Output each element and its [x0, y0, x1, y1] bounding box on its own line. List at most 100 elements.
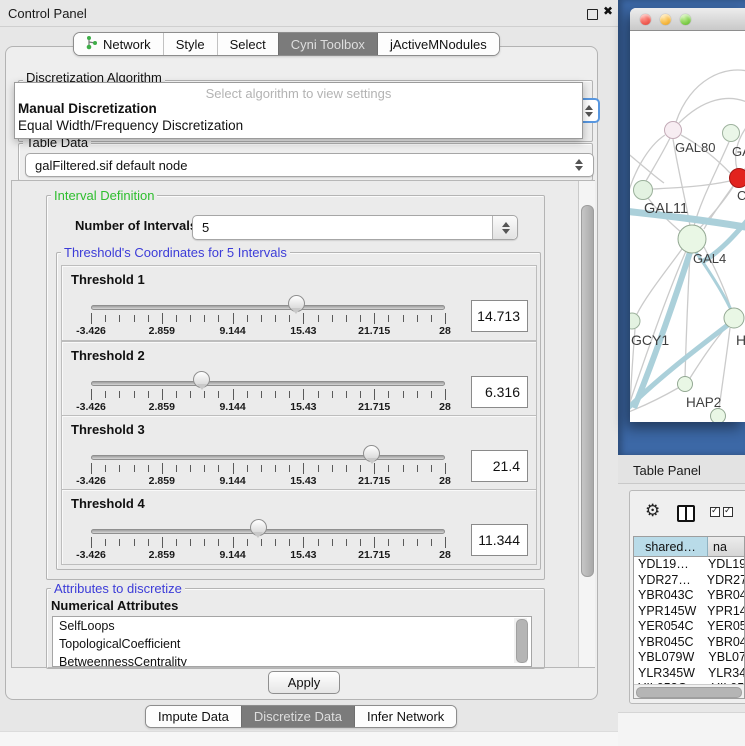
close-icon[interactable]: ✖	[603, 4, 613, 18]
slider-tick-label: 28	[423, 549, 467, 561]
checkbox-icon[interactable]	[710, 507, 720, 517]
table-data-combobox-value: galFiltered.sif default node	[26, 158, 187, 173]
network-edge[interactable]	[679, 98, 745, 123]
network-window-titlebar[interactable]	[630, 8, 745, 31]
slider-tick-label: 21.715	[352, 549, 396, 561]
network-edge[interactable]	[646, 138, 670, 181]
network-node[interactable]	[730, 169, 745, 188]
slider-tick-label: 9.144	[211, 325, 255, 337]
slider-track[interactable]	[91, 455, 445, 460]
column-header-name[interactable]: na	[708, 537, 744, 557]
network-node[interactable]	[678, 377, 693, 392]
checkbox-icon[interactable]	[723, 507, 733, 517]
gear-icon[interactable]: ⚙	[645, 501, 660, 521]
threshold-value-field[interactable]: 14.713	[471, 300, 528, 332]
network-node[interactable]	[630, 313, 640, 329]
tab-infer-network[interactable]: Infer Network	[355, 706, 456, 727]
interval-definition-title: Interval Definition	[51, 188, 157, 203]
tab-label: Infer Network	[367, 709, 444, 724]
threshold-panel: Threshold 4-3.4262.8599.14415.4321.71528…	[61, 489, 537, 565]
network-canvas[interactable]: GAL80GACGAL11GAL4GCY1HHAP2	[630, 30, 745, 422]
attributes-scrollbar-thumb[interactable]	[516, 619, 528, 663]
algorithm-option[interactable]: Manual Discretization	[18, 101, 579, 116]
slider-tick	[360, 315, 361, 322]
table-row[interactable]: YBR043CYBR04	[634, 588, 744, 604]
list-item[interactable]: TopologicalCoefficient	[53, 635, 531, 653]
threshold-value-field[interactable]: 11.344	[471, 524, 528, 556]
cell-name: YBR04	[703, 588, 744, 604]
column-header-shared-name[interactable]: shared…	[634, 537, 708, 557]
horizontal-scrollbar[interactable]	[634, 684, 744, 698]
slider-tick	[119, 391, 120, 398]
tab-cyni-toolbox[interactable]: Cyni Toolbox	[278, 33, 378, 55]
tab-select[interactable]: Select	[217, 33, 278, 55]
slider-tick	[403, 315, 404, 322]
network-edge[interactable]	[676, 70, 745, 122]
list-item[interactable]: SelfLoops	[53, 617, 531, 635]
horizontal-scrollbar-thumb[interactable]	[636, 687, 742, 698]
table-row[interactable]: YBL079WYBL07	[634, 650, 744, 666]
zoom-traffic-light[interactable]	[680, 14, 691, 25]
cell-name: YBR04	[703, 635, 744, 651]
slider-tick	[431, 539, 432, 546]
tab-network[interactable]: Network	[74, 33, 163, 55]
cell-shared-name: YDL19…	[634, 557, 704, 573]
table-row[interactable]: YPR145WYPR14	[634, 604, 744, 620]
slider-thumb[interactable]	[250, 519, 267, 536]
slider-tick	[247, 315, 248, 322]
table-row[interactable]: YDR27…YDR27	[634, 573, 744, 589]
slider-track[interactable]	[91, 305, 445, 310]
tab-impute-data[interactable]: Impute Data	[146, 706, 241, 727]
slider-tick	[445, 389, 446, 400]
network-node[interactable]	[723, 125, 740, 142]
tab-discretize-data[interactable]: Discretize Data	[241, 706, 355, 727]
number-of-intervals-combobox[interactable]: 5	[192, 215, 518, 240]
slider-track[interactable]	[91, 529, 445, 534]
slider-tick-label: 15.43	[281, 475, 325, 487]
column-split-icon[interactable]	[677, 505, 695, 522]
float-window-icon[interactable]	[587, 9, 598, 20]
node-label: GA	[732, 144, 745, 159]
slider-tick-label: 9.144	[211, 549, 255, 561]
slider-tick	[204, 315, 205, 322]
list-item[interactable]: BetweennessCentrality	[53, 653, 531, 667]
threshold-label: Threshold 2	[71, 348, 145, 363]
slider-tick	[261, 315, 262, 322]
numerical-attributes-list[interactable]: SelfLoopsTopologicalCoefficientBetweenne…	[52, 616, 532, 667]
slider-track[interactable]	[91, 381, 445, 386]
cell-shared-name: YLR345W	[634, 666, 704, 682]
slider-tick	[218, 315, 219, 322]
network-node[interactable]	[724, 308, 744, 328]
close-traffic-light[interactable]	[640, 14, 651, 25]
threshold-value-field[interactable]: 21.4	[471, 450, 528, 482]
table-row[interactable]: YER054CYER05	[634, 619, 744, 635]
network-node[interactable]	[711, 409, 726, 423]
slider-tick	[204, 465, 205, 472]
slider-tick	[134, 391, 135, 398]
network-node[interactable]	[678, 225, 706, 253]
slider-tick-label: 28	[423, 325, 467, 337]
threshold-value-field[interactable]: 6.316	[471, 376, 528, 408]
tab-jactivemnodules[interactable]: jActiveMNodules	[378, 33, 499, 55]
slider-tick	[105, 465, 106, 472]
table-data-combobox[interactable]: galFiltered.sif default node	[25, 153, 594, 177]
slider-tick	[91, 537, 92, 548]
minimize-traffic-light[interactable]	[660, 14, 671, 25]
slider-tick	[204, 539, 205, 546]
tab-style[interactable]: Style	[163, 33, 217, 55]
network-edge[interactable]	[653, 181, 730, 189]
table-row[interactable]: YBR045CYBR04	[634, 635, 744, 651]
vertical-scrollbar-thumb[interactable]	[581, 205, 594, 577]
node-label: GAL4	[693, 251, 726, 266]
apply-button[interactable]: Apply	[268, 671, 340, 694]
table-row[interactable]: YDL19…YDL19	[634, 557, 744, 573]
combobox-spinner-button[interactable]	[492, 216, 517, 239]
cell-shared-name: YPR145W	[634, 604, 703, 620]
network-node[interactable]	[665, 122, 682, 139]
algorithm-option[interactable]: Equal Width/Frequency Discretization	[18, 118, 579, 133]
slider-thumb[interactable]	[288, 295, 305, 312]
table-row[interactable]: YLR345WYLR34	[634, 666, 744, 682]
slider-tick-label: 15.43	[281, 401, 325, 413]
network-node[interactable]	[634, 181, 653, 200]
threshold-label: Threshold 3	[71, 422, 145, 437]
